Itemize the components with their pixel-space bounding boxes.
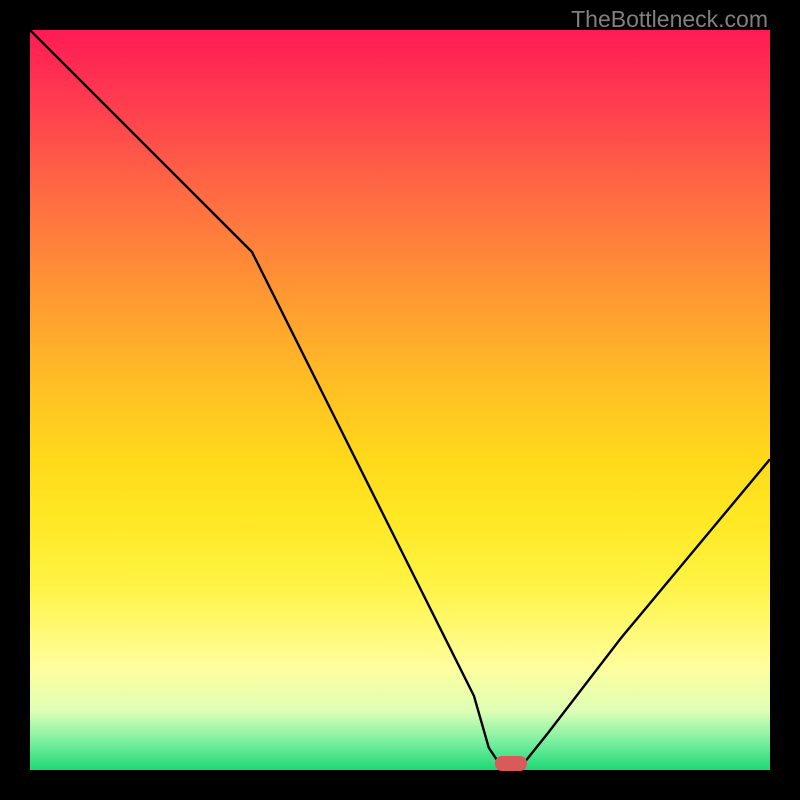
chart-container: TheBottleneck.com [0, 0, 800, 800]
watermark-text: TheBottleneck.com [571, 6, 768, 33]
bottleneck-curve [30, 30, 770, 770]
plot-area [30, 30, 770, 770]
optimum-marker [495, 756, 527, 771]
